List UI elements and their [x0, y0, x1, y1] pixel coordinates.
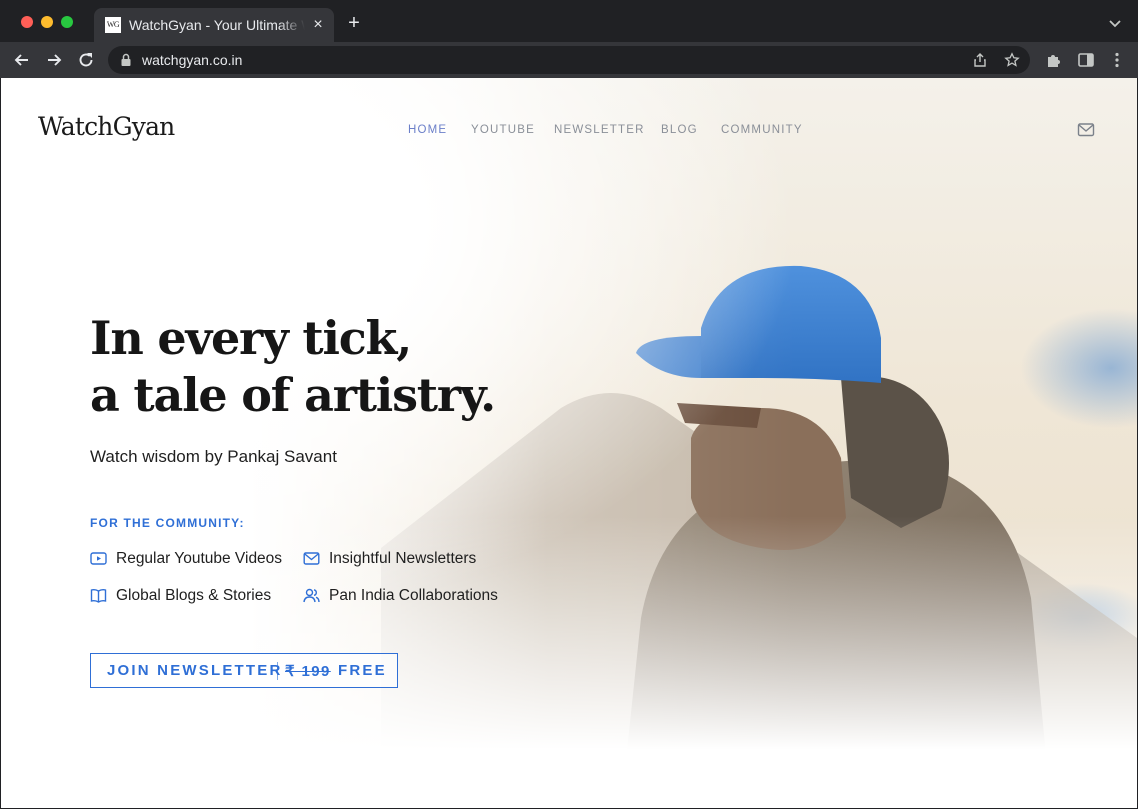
back-arrow-icon[interactable] [12, 50, 32, 70]
cta-free-label: FREE [338, 662, 387, 679]
lock-icon [121, 53, 131, 66]
video-icon [90, 552, 107, 565]
nav-community[interactable]: COMMUNITY [721, 124, 803, 136]
book-icon [90, 588, 107, 603]
url-text: watchgyan.co.in [142, 52, 243, 68]
feature-label: Global Blogs & Stories [116, 587, 272, 604]
nav-home[interactable]: HOME [408, 124, 447, 136]
close-window-button[interactable] [21, 16, 33, 28]
active-tab[interactable]: WG WatchGyan - Your Ultimate Watch Guide… [94, 8, 334, 42]
join-newsletter-button[interactable]: JOIN NEWSLETTER ₹ 199 FREE [90, 653, 398, 688]
cta-divider [277, 662, 278, 680]
nav-newsletter[interactable]: NEWSLETTER [554, 124, 645, 136]
tab-strip: WG WatchGyan - Your Ultimate Watch Guide… [0, 0, 1138, 42]
address-bar[interactable]: watchgyan.co.in [108, 46, 1030, 74]
web-page: WatchGyan HOME YOUTUBE NEWSLETTER BLOG C… [1, 78, 1137, 808]
minimize-window-button[interactable] [41, 16, 53, 28]
side-panel-icon[interactable] [1077, 51, 1095, 69]
tab-title: WatchGyan - Your Ultimate Watch Guide [129, 17, 305, 33]
browser-toolbar: watchgyan.co.in [0, 42, 1138, 78]
headline-line-1: In every tick, [90, 311, 412, 365]
hero-photo-man-in-blue-cap [1, 78, 1137, 808]
browser-chrome: WG WatchGyan - Your Ultimate Watch Guide… [0, 0, 1138, 78]
share-icon[interactable] [972, 52, 988, 68]
browser-menu-icon[interactable] [1108, 51, 1126, 69]
favicon-icon: WG [105, 17, 121, 33]
new-tab-icon[interactable]: + [344, 13, 364, 33]
mail-icon [303, 552, 320, 565]
tab-search-chevron-icon[interactable] [1106, 14, 1124, 32]
extensions-puzzle-icon[interactable] [1045, 51, 1063, 69]
users-icon [303, 588, 320, 603]
close-tab-icon[interactable]: × [309, 16, 327, 34]
feature-label: Insightful Newsletters [329, 550, 477, 567]
cta-old-price: ₹ 199 [285, 663, 331, 680]
nav-blog[interactable]: BLOG [661, 124, 698, 136]
forward-arrow-icon[interactable] [44, 50, 64, 70]
feature-label: Regular Youtube Videos [116, 550, 283, 567]
bookmark-star-icon[interactable] [1004, 52, 1020, 68]
headline-line-2: a tale of artistry. [90, 368, 496, 422]
feature-label: Pan India Collaborations [329, 587, 498, 604]
hero-subline: Watch wisdom by Pankaj Savant [90, 447, 337, 466]
nav-youtube[interactable]: YOUTUBE [471, 124, 535, 136]
mail-icon[interactable] [1077, 122, 1095, 138]
maximize-window-button[interactable] [61, 16, 73, 28]
site-logo[interactable]: WatchGyan [38, 112, 175, 141]
hero-headline: In every tick, a tale of artistry. [90, 310, 496, 424]
cta-label: JOIN NEWSLETTER [107, 662, 283, 679]
community-label: FOR THE COMMUNITY: [90, 516, 245, 530]
reload-icon[interactable] [76, 50, 96, 70]
